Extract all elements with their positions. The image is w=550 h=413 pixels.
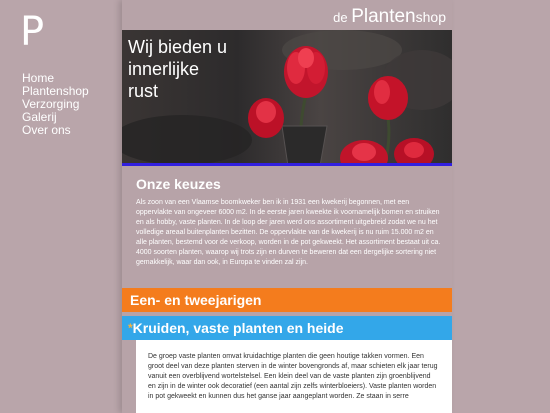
- category-description: De groep vaste planten omvat kruidachtig…: [148, 353, 438, 400]
- category-bar-herbs[interactable]: *Kruiden, vaste planten en heide: [122, 316, 452, 340]
- category-bar-herbs-label: Kruiden, vaste planten en heide: [132, 320, 344, 336]
- brand-wordmark[interactable]: de Plantenshop: [296, 6, 446, 29]
- section-title: Onze keuzes: [136, 176, 221, 192]
- category-content-panel: De groep vaste planten omvat kruidachtig…: [136, 340, 452, 413]
- content-column: de Plantenshop Wij bieden u innerlijke r…: [122, 0, 452, 413]
- brand-prefix: de: [333, 10, 352, 25]
- nav-item-over-ons[interactable]: Over ons: [22, 124, 89, 137]
- hero-accent-strip: [122, 163, 452, 166]
- site-logo[interactable]: P: [20, 12, 50, 62]
- main-nav: Home Plantenshop Verzorging Galerij Over…: [22, 72, 89, 137]
- brand-suffix: shop: [415, 9, 446, 25]
- hero-tagline: Wij bieden u innerlijke rust: [128, 36, 268, 102]
- hero-banner: Wij bieden u innerlijke rust: [122, 30, 452, 166]
- category-bar-annuals[interactable]: Een- en tweejarigen: [122, 288, 452, 312]
- hero-line-1: Wij bieden u: [128, 37, 228, 57]
- brand-name: Planten: [351, 6, 416, 27]
- hero-line-3: rust: [128, 81, 159, 101]
- hero-line-2: innerlijke: [128, 59, 200, 79]
- category-bar-annuals-label: Een- en tweejarigen: [130, 292, 262, 308]
- logo-letter: P: [20, 9, 45, 55]
- intro-paragraph: Als zoon van een Vlaamse boomkweker ben …: [136, 199, 441, 266]
